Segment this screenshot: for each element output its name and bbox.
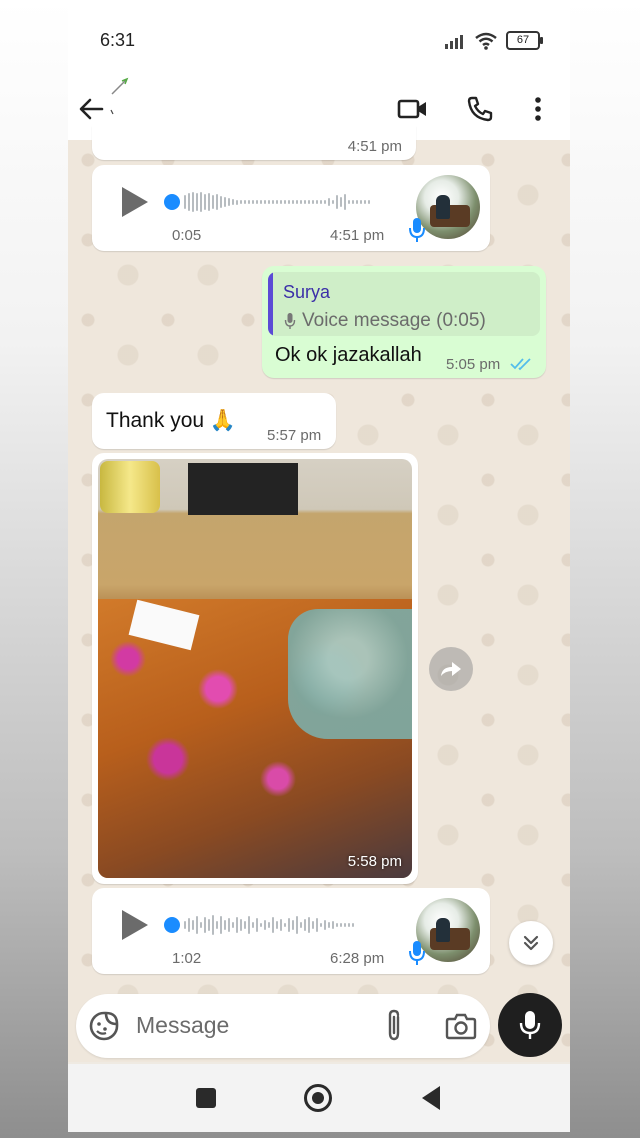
camera-icon bbox=[445, 1013, 477, 1040]
waveform[interactable] bbox=[184, 190, 370, 214]
camera-button[interactable] bbox=[445, 1011, 477, 1046]
play-button[interactable] bbox=[122, 187, 148, 217]
message-time: 5:57 pm bbox=[267, 427, 322, 444]
waveform[interactable] bbox=[184, 913, 354, 937]
forward-icon bbox=[441, 662, 461, 676]
voice-message-1[interactable]: 0:05 4:51 pm bbox=[92, 165, 490, 251]
quoted-message[interactable]: Surya Voice message (0:05) bbox=[268, 272, 540, 336]
outgoing-message[interactable]: Surya Voice message (0:05) Ok ok jazakal… bbox=[262, 266, 546, 378]
message-time: 4:51 pm bbox=[347, 138, 402, 155]
quoted-text: Voice message (0:05) bbox=[302, 310, 486, 331]
status-bar: 6:31 67 bbox=[68, 0, 570, 80]
double-tick-read-icon bbox=[510, 358, 531, 371]
incoming-message[interactable]: Thank you 🙏 5:57 pm bbox=[92, 393, 336, 449]
blue-fabric-in-photo bbox=[288, 609, 412, 739]
status-time: 6:31 bbox=[100, 30, 136, 50]
double-chevron-down-icon bbox=[523, 935, 539, 951]
message-time: 4:51 pm bbox=[330, 227, 385, 244]
more-vert-icon bbox=[535, 97, 541, 121]
video-call-icon bbox=[397, 99, 426, 119]
mic-icon bbox=[519, 1011, 541, 1039]
back-nav-button[interactable] bbox=[422, 1086, 440, 1110]
battery-indicator: 67 bbox=[506, 31, 543, 50]
voice-duration: 0:05 bbox=[172, 227, 202, 244]
playback-position-dot[interactable] bbox=[164, 917, 180, 933]
voice-call-button[interactable] bbox=[457, 86, 503, 132]
phone-icon bbox=[467, 96, 493, 122]
message-input[interactable]: Message bbox=[136, 1012, 229, 1039]
jar-in-photo bbox=[100, 461, 160, 513]
wifi-icon bbox=[475, 32, 497, 50]
box-in-photo bbox=[188, 463, 298, 515]
scroll-to-bottom-button[interactable] bbox=[509, 921, 553, 965]
message-bubble-prev[interactable]: 4:51 pm bbox=[92, 126, 416, 160]
more-options-button[interactable] bbox=[515, 86, 561, 132]
voice-duration: 1:02 bbox=[172, 950, 202, 967]
play-button[interactable] bbox=[122, 910, 148, 940]
system-navigation-bar bbox=[68, 1064, 570, 1132]
back-arrow-icon bbox=[79, 98, 104, 120]
message-time: 5:58 pm bbox=[347, 853, 402, 870]
quote-bar bbox=[268, 272, 273, 336]
sticker-button[interactable] bbox=[88, 1010, 120, 1047]
attach-icon bbox=[388, 1009, 400, 1041]
voice-message-2[interactable]: 1:02 6:28 pm bbox=[92, 888, 490, 974]
forward-button[interactable] bbox=[429, 647, 473, 691]
playback-position-dot[interactable] bbox=[164, 194, 180, 210]
message-composer: Message bbox=[76, 994, 490, 1058]
attach-button[interactable] bbox=[382, 1009, 406, 1048]
status-icons: 67 bbox=[444, 31, 543, 50]
recents-button[interactable] bbox=[196, 1088, 216, 1108]
message-time: 6:28 pm bbox=[330, 950, 385, 967]
quoted-author: Surya bbox=[283, 282, 331, 302]
phone-screen: 6:31 67 4:51 pm 0:05 4:51 pm Surya Voice… bbox=[68, 0, 570, 1132]
feather-decoration bbox=[110, 77, 129, 115]
message-text: Thank you 🙏 bbox=[106, 409, 237, 432]
mic-icon bbox=[284, 313, 296, 329]
home-button[interactable] bbox=[304, 1084, 332, 1112]
signal-icon bbox=[445, 34, 463, 49]
mic-icon bbox=[409, 218, 425, 242]
mic-icon bbox=[409, 941, 425, 965]
record-voice-button[interactable] bbox=[498, 993, 562, 1057]
image-content[interactable]: 5:58 pm bbox=[98, 459, 412, 878]
message-time: 5:05 pm bbox=[446, 356, 501, 373]
message-text: Ok ok jazakallah bbox=[275, 344, 422, 366]
sticker-icon bbox=[89, 1011, 119, 1041]
contact-avatar-small[interactable] bbox=[108, 76, 130, 116]
